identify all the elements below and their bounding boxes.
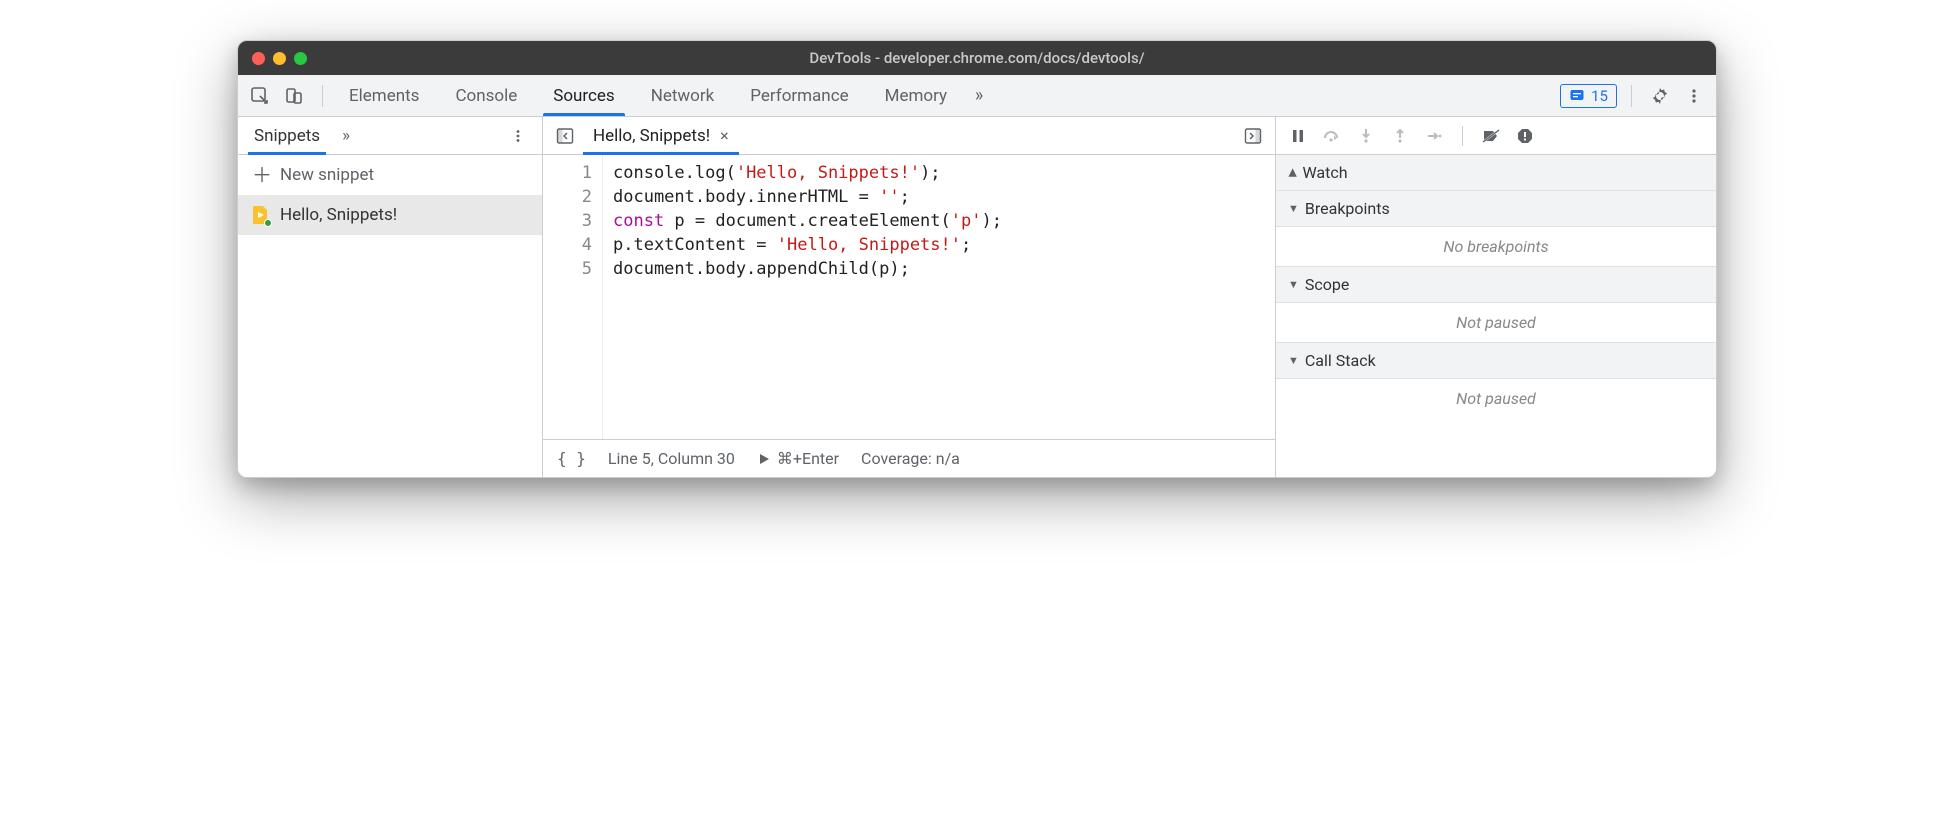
cursor-position: Line 5, Column 30 bbox=[608, 449, 735, 468]
deactivate-breakpoints-icon[interactable] bbox=[1479, 124, 1503, 148]
show-debugger-icon[interactable] bbox=[1239, 122, 1267, 150]
run-shortcut-label: ⌘+Enter bbox=[777, 449, 839, 468]
tab-network[interactable]: Network bbox=[633, 75, 733, 116]
debugger-pane: ▶ Watch ▼ Breakpoints No breakpoints ▼ S… bbox=[1276, 117, 1716, 477]
window-title: DevTools - developer.chrome.com/docs/dev… bbox=[238, 49, 1716, 67]
line-number: 2 bbox=[549, 185, 592, 209]
separator bbox=[1631, 85, 1632, 107]
code-editor[interactable]: 12345 console.log('Hello, Snippets!');do… bbox=[543, 155, 1275, 439]
snippet-item[interactable]: Hello, Snippets! bbox=[238, 195, 542, 235]
breakpoints-section-header[interactable]: ▼ Breakpoints bbox=[1276, 191, 1716, 227]
step-icon[interactable] bbox=[1422, 124, 1446, 148]
close-window-button[interactable] bbox=[252, 52, 265, 65]
line-number: 5 bbox=[549, 257, 592, 281]
step-into-icon[interactable] bbox=[1354, 124, 1378, 148]
kebab-menu-icon[interactable] bbox=[1680, 82, 1708, 110]
debugger-toolbar bbox=[1276, 117, 1716, 155]
editor-tab-label: Hello, Snippets! bbox=[593, 126, 710, 146]
pause-on-exceptions-icon[interactable] bbox=[1513, 124, 1537, 148]
code-line[interactable]: document.body.appendChild(p); bbox=[613, 257, 1002, 281]
separator bbox=[322, 85, 323, 107]
sidebar-tab-snippets[interactable]: Snippets bbox=[248, 117, 326, 154]
editor-header: Hello, Snippets! × bbox=[543, 117, 1275, 155]
code-line[interactable]: console.log('Hello, Snippets!'); bbox=[613, 161, 1002, 185]
show-navigator-icon[interactable] bbox=[551, 122, 579, 150]
line-number: 3 bbox=[549, 209, 592, 233]
chevron-down-icon: ▼ bbox=[1288, 354, 1299, 367]
editor-footer: { } Line 5, Column 30 ⌘+Enter Coverage: … bbox=[543, 439, 1275, 477]
separator bbox=[1462, 126, 1463, 146]
maximize-window-button[interactable] bbox=[294, 52, 307, 65]
close-tab-icon[interactable]: × bbox=[720, 126, 729, 145]
line-gutter: 12345 bbox=[543, 155, 603, 439]
breakpoints-body: No breakpoints bbox=[1276, 227, 1716, 267]
scope-section-header[interactable]: ▼ Scope bbox=[1276, 267, 1716, 303]
pause-icon[interactable] bbox=[1286, 124, 1310, 148]
chevron-right-icon: ▶ bbox=[1286, 168, 1299, 176]
content-area: Snippets » ＋ New snippet Hello, Snippets… bbox=[238, 117, 1716, 477]
editor-pane: Hello, Snippets! × 12345 console.log('He… bbox=[543, 117, 1276, 477]
inspect-element-icon[interactable] bbox=[246, 82, 274, 110]
breakpoints-label: Breakpoints bbox=[1305, 199, 1390, 218]
sidebar-header: Snippets » bbox=[238, 117, 542, 155]
new-snippet-button[interactable]: ＋ New snippet bbox=[238, 155, 542, 195]
settings-icon[interactable] bbox=[1646, 82, 1674, 110]
window-controls bbox=[252, 52, 307, 65]
sidebar-more-tabs-button[interactable]: » bbox=[332, 122, 360, 150]
code-line[interactable]: document.body.innerHTML = ''; bbox=[613, 185, 1002, 209]
play-icon bbox=[757, 452, 771, 466]
coverage-label: Coverage: n/a bbox=[861, 449, 960, 468]
tab-sources[interactable]: Sources bbox=[535, 75, 632, 116]
tab-console[interactable]: Console bbox=[437, 75, 535, 116]
navigator-sidebar: Snippets » ＋ New snippet Hello, Snippets… bbox=[238, 117, 543, 477]
snippet-file-icon bbox=[252, 205, 270, 225]
scope-label: Scope bbox=[1305, 275, 1349, 294]
callstack-section-header[interactable]: ▼ Call Stack bbox=[1276, 343, 1716, 379]
minimize-window-button[interactable] bbox=[273, 52, 286, 65]
panel-tabs: ElementsConsoleSourcesNetworkPerformance… bbox=[331, 75, 965, 116]
sidebar-kebab-icon[interactable] bbox=[504, 122, 532, 150]
pretty-print-icon[interactable]: { } bbox=[557, 449, 586, 468]
code-content[interactable]: console.log('Hello, Snippets!');document… bbox=[603, 155, 1012, 439]
main-toolbar: ElementsConsoleSourcesNetworkPerformance… bbox=[238, 75, 1716, 117]
devtools-window: DevTools - developer.chrome.com/docs/dev… bbox=[237, 40, 1717, 478]
plus-icon: ＋ bbox=[252, 165, 272, 185]
line-number: 1 bbox=[549, 161, 592, 185]
step-out-icon[interactable] bbox=[1388, 124, 1412, 148]
scope-body: Not paused bbox=[1276, 303, 1716, 343]
issues-icon bbox=[1569, 88, 1585, 104]
watch-section-header[interactable]: ▶ Watch bbox=[1276, 155, 1716, 191]
tab-memory[interactable]: Memory bbox=[867, 75, 965, 116]
chevron-down-icon: ▼ bbox=[1288, 202, 1299, 215]
step-over-icon[interactable] bbox=[1320, 124, 1344, 148]
issues-badge[interactable]: 15 bbox=[1560, 84, 1617, 108]
editor-tab[interactable]: Hello, Snippets! × bbox=[579, 117, 743, 154]
line-number: 4 bbox=[549, 233, 592, 257]
device-toolbar-icon[interactable] bbox=[280, 82, 308, 110]
callstack-label: Call Stack bbox=[1305, 351, 1376, 370]
snippet-item-label: Hello, Snippets! bbox=[280, 205, 397, 225]
callstack-body: Not paused bbox=[1276, 379, 1716, 418]
issues-count: 15 bbox=[1591, 87, 1608, 105]
new-snippet-label: New snippet bbox=[280, 165, 374, 185]
tab-performance[interactable]: Performance bbox=[732, 75, 866, 116]
titlebar: DevTools - developer.chrome.com/docs/dev… bbox=[238, 41, 1716, 75]
code-line[interactable]: p.textContent = 'Hello, Snippets!'; bbox=[613, 233, 1002, 257]
code-line[interactable]: const p = document.createElement('p'); bbox=[613, 209, 1002, 233]
watch-label: Watch bbox=[1302, 163, 1347, 182]
more-tabs-button[interactable]: » bbox=[965, 82, 993, 110]
chevron-down-icon: ▼ bbox=[1288, 278, 1299, 291]
run-snippet-button[interactable]: ⌘+Enter bbox=[757, 449, 839, 468]
tab-elements[interactable]: Elements bbox=[331, 75, 437, 116]
